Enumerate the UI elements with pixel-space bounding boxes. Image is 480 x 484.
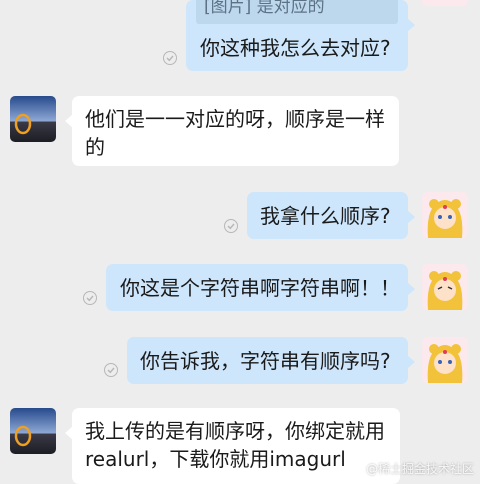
message-text: 你这种我怎么去对应? — [200, 36, 391, 60]
self-avatar[interactable] — [422, 337, 468, 383]
watermark: @稀土掘金技术社区 — [365, 462, 474, 476]
message-bubble-outgoing[interactable]: [图片] 是对应的 你这种我怎么去对应? — [186, 0, 415, 71]
message-text: 你告诉我，字符串有顺序吗? — [140, 349, 391, 373]
check-circle-icon — [104, 363, 118, 377]
chat-window: [图片] 是对应的 你这种我怎么去对应? 他们是一一对应的呀，顺序是一样的 我拿… — [0, 0, 480, 484]
self-avatar[interactable] — [422, 192, 468, 238]
other-avatar[interactable] — [10, 96, 56, 142]
message-text: 他们是一一对应的呀，顺序是一样的 — [85, 107, 385, 159]
self-avatar[interactable] — [422, 264, 468, 310]
self-avatar[interactable] — [422, 0, 468, 6]
message-bubble-outgoing[interactable]: 我拿什么顺序? — [247, 192, 415, 239]
check-circle-icon — [83, 291, 97, 305]
message-bubble-incoming[interactable]: 他们是一一对应的呀，顺序是一样的 — [65, 96, 399, 166]
message-text: 你这是个字符串啊字符串啊！！ — [120, 276, 400, 300]
message-bubble-incoming[interactable]: 我上传的是有顺序呀，你绑定就用realurl，下载你就用imagurl — [65, 408, 400, 484]
message-text: 我拿什么顺序? — [260, 204, 391, 228]
quoted-reply[interactable]: [图片] 是对应的 — [196, 0, 398, 24]
message-text: 我上传的是有顺序呀，你绑定就用realurl，下载你就用imagurl — [85, 419, 385, 471]
other-avatar[interactable] — [10, 408, 56, 454]
check-circle-icon — [163, 51, 177, 65]
check-circle-icon — [224, 219, 238, 233]
message-bubble-outgoing[interactable]: 你告诉我，字符串有顺序吗? — [127, 337, 415, 384]
message-bubble-outgoing[interactable]: 你这是个字符串啊字符串啊！！ — [106, 264, 415, 311]
